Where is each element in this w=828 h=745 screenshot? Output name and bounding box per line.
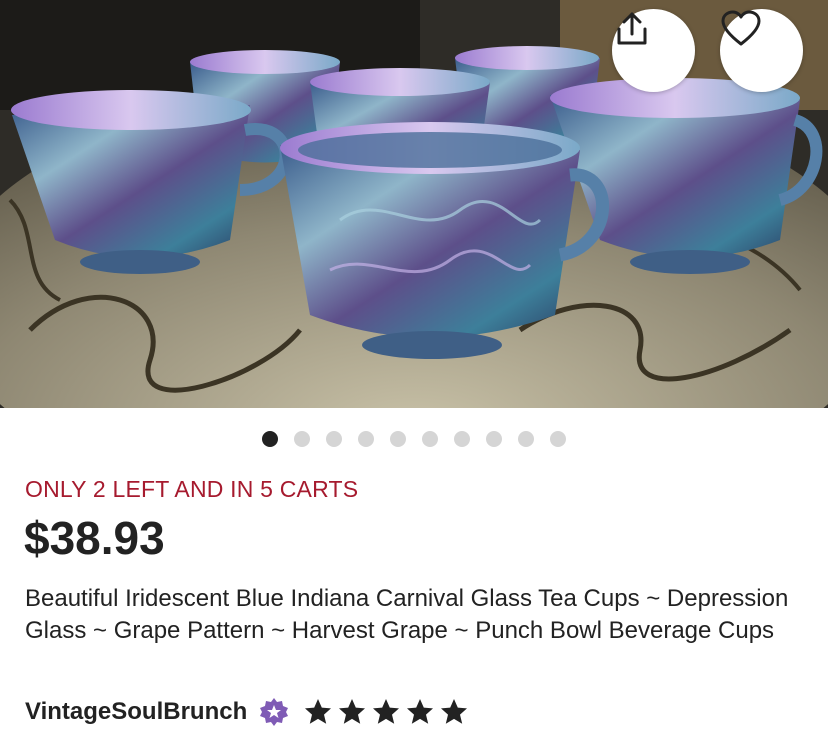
shop-name[interactable]: VintageSoulBrunch [25,698,247,726]
pagination-dot[interactable] [358,431,374,447]
shop-info: VintageSoulBrunch [25,695,469,729]
pagination-dot[interactable] [294,431,310,447]
shop-rating [303,697,469,727]
pagination-dot[interactable] [262,431,278,447]
favorite-button[interactable] [720,9,803,92]
star-icon [405,697,435,727]
star-seller-badge-icon [259,697,289,727]
share-button[interactable] [612,9,695,92]
image-pagination [262,431,566,447]
star-icon [337,697,367,727]
pagination-dot[interactable] [550,431,566,447]
pagination-dot[interactable] [518,431,534,447]
pagination-dot[interactable] [326,431,342,447]
pagination-dot[interactable] [454,431,470,447]
price: $38.93 [24,512,165,564]
star-icon [303,697,333,727]
stock-notice: ONLY 2 LEFT AND IN 5 CARTS [25,476,359,502]
star-icon [439,697,469,727]
pagination-dot[interactable] [486,431,502,447]
product-photo [0,0,828,408]
star-icon [371,697,401,727]
listing-title[interactable]: Beautiful Iridescent Blue Indiana Carniv… [25,583,795,647]
product-image[interactable] [0,0,828,408]
pagination-dot[interactable] [390,431,406,447]
pagination-dot[interactable] [422,431,438,447]
